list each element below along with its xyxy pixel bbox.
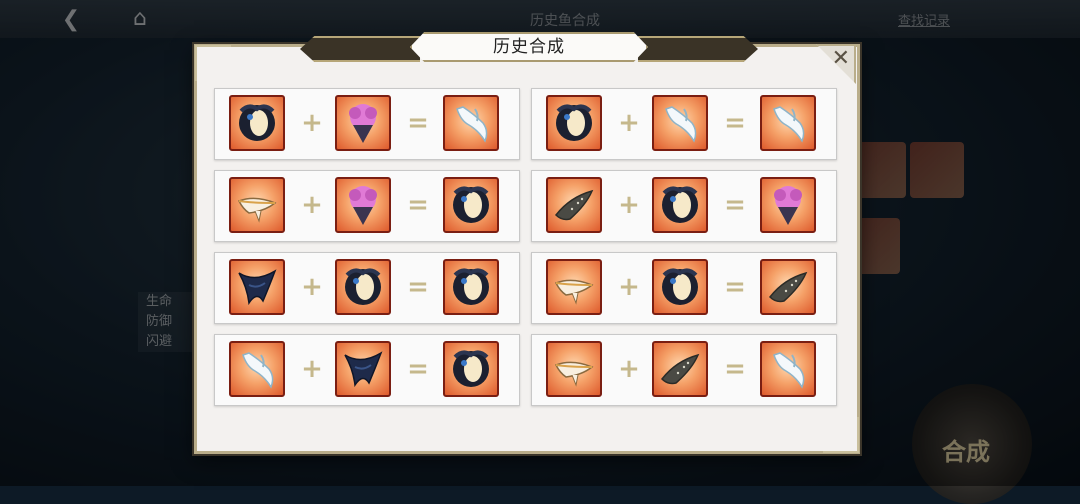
result-white-fish-icon[interactable]	[443, 95, 499, 151]
ingredient-white-fish-icon[interactable]	[652, 95, 708, 151]
result-whale-shark-icon[interactable]	[760, 259, 816, 315]
recipe-row: + =	[531, 252, 837, 324]
equals-icon: =	[407, 272, 429, 302]
equals-icon: =	[724, 272, 746, 302]
ingredient-black-fish-icon[interactable]	[229, 95, 285, 151]
plus-icon: +	[618, 108, 640, 138]
equals-icon: =	[407, 190, 429, 220]
title-banner: 历史合成	[300, 30, 758, 64]
equals-icon: =	[724, 354, 746, 384]
dialog-title: 历史合成	[493, 37, 565, 57]
equals-icon: =	[724, 108, 746, 138]
banner-wing-left	[300, 36, 420, 62]
ingredient-shark-icon[interactable]	[229, 177, 285, 233]
equals-icon: =	[407, 108, 429, 138]
plus-icon: +	[301, 190, 323, 220]
result-pink-fish-icon[interactable]	[760, 177, 816, 233]
ingredient-whale-shark-icon[interactable]	[546, 177, 602, 233]
result-white-fish-icon[interactable]	[760, 95, 816, 151]
ingredient-black-fish-icon[interactable]	[652, 259, 708, 315]
equals-icon: =	[724, 190, 746, 220]
ingredient-black-fish-icon[interactable]	[546, 95, 602, 151]
recipe-row: + =	[531, 334, 837, 406]
plus-icon: +	[618, 190, 640, 220]
ingredient-pink-fish-icon[interactable]	[335, 177, 391, 233]
ingredient-white-fish-icon[interactable]	[229, 341, 285, 397]
ingredient-black-fish-icon[interactable]	[335, 259, 391, 315]
recipe-row: + =	[214, 170, 520, 242]
banner-wing-right	[638, 36, 758, 62]
result-white-fish-icon[interactable]	[760, 341, 816, 397]
plus-icon: +	[301, 354, 323, 384]
ingredient-shark-icon[interactable]	[546, 341, 602, 397]
recipe-row: + =	[214, 334, 520, 406]
ingredient-whale-shark-icon[interactable]	[652, 341, 708, 397]
plus-icon: +	[618, 354, 640, 384]
result-black-fish-icon[interactable]	[443, 259, 499, 315]
recipe-row: + =	[214, 88, 520, 160]
result-black-fish-icon[interactable]	[443, 341, 499, 397]
ingredient-shark-icon[interactable]	[546, 259, 602, 315]
ingredient-dark-ray-icon[interactable]	[335, 341, 391, 397]
ingredient-pink-fish-icon[interactable]	[335, 95, 391, 151]
ingredient-black-fish-icon[interactable]	[652, 177, 708, 233]
corner-ornament	[195, 45, 231, 81]
result-black-fish-icon[interactable]	[443, 177, 499, 233]
plus-icon: +	[301, 108, 323, 138]
recipe-row: + =	[214, 252, 520, 324]
corner-ornament	[823, 417, 859, 453]
plus-icon: +	[301, 272, 323, 302]
plus-icon: +	[618, 272, 640, 302]
recipe-row: + =	[531, 170, 837, 242]
ingredient-dark-ray-icon[interactable]	[229, 259, 285, 315]
recipe-row: + =	[531, 88, 837, 160]
equals-icon: =	[407, 354, 429, 384]
